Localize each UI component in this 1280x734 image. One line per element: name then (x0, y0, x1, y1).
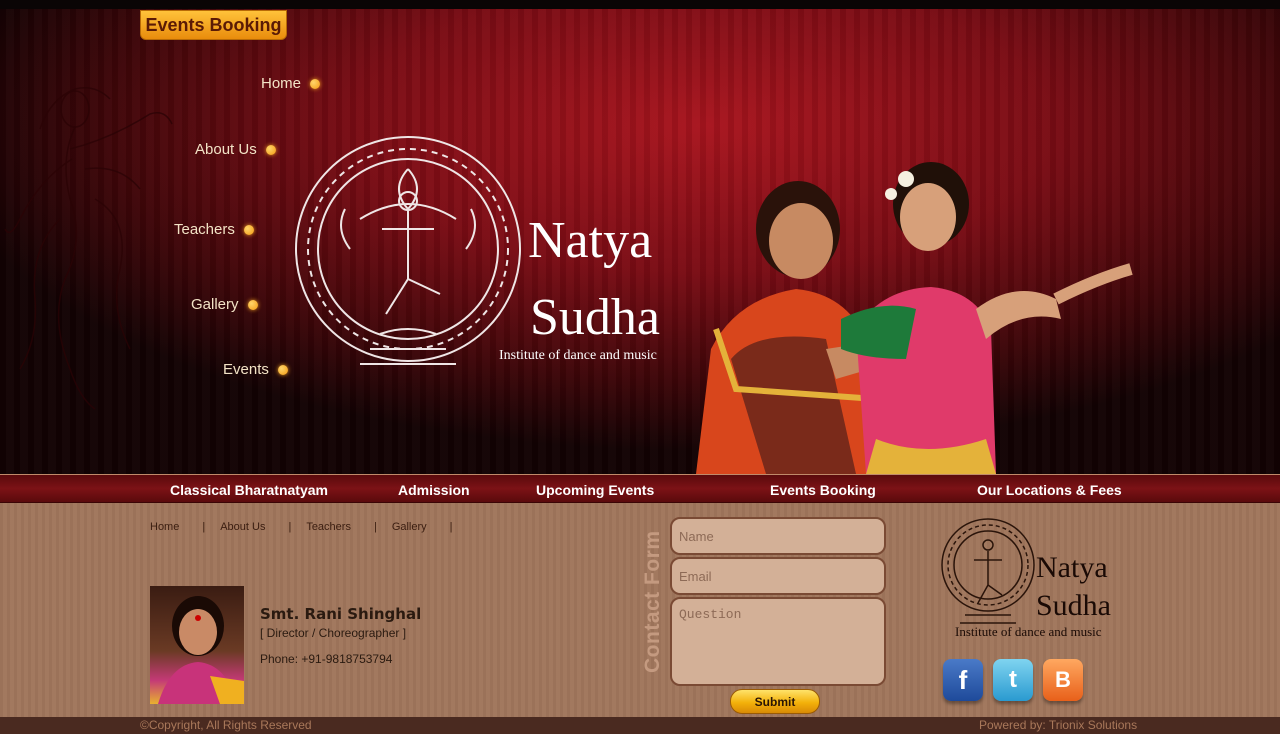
copyright-text: ©Copyright, All Rights Reserved (140, 718, 312, 732)
brand-name-line1: Natya (528, 212, 653, 269)
menu-events-booking[interactable]: Events Booking (770, 482, 876, 498)
hero-banner: Natya Sudha Institute of dance and music (0, 9, 1280, 474)
director-phone: Phone: +91-9818753794 (260, 652, 393, 666)
link-separator: | (373, 521, 377, 533)
director-role: [ Director / Choreographer ] (260, 626, 407, 640)
director-photo (150, 586, 244, 704)
events-booking-tab[interactable]: Events Booking (140, 10, 287, 40)
link-separator: | (288, 521, 292, 533)
nav-bullet-icon (310, 78, 321, 89)
nataraja-emblem-large (295, 136, 521, 365)
nav-label: Gallery (191, 296, 239, 313)
link-separator: | (202, 521, 206, 533)
nav-label: Home (261, 75, 302, 92)
side-brand-line1: Natya (1036, 551, 1108, 584)
main-menu-bar: Classical Bharatnatyam Admission Upcomin… (0, 474, 1280, 503)
nav-bullet-icon (243, 224, 254, 235)
nav-bullet-icon (247, 299, 258, 310)
name-field[interactable] (670, 517, 886, 555)
top-strip (0, 0, 1280, 9)
side-brand-line2: Sudha (1036, 589, 1111, 622)
nav-label: Events (223, 361, 269, 378)
menu-locations-fees[interactable]: Our Locations & Fees (977, 482, 1122, 498)
dancer-sketch-illustration (4, 87, 173, 410)
nav-bullet-icon (265, 144, 276, 155)
powered-by-link[interactable]: Powered by: Trionix Solutions (979, 718, 1137, 732)
footer-content-area: Home | About Us | Teachers | Gallery | S… (0, 503, 1280, 717)
nav-item-home[interactable]: Home (261, 75, 321, 92)
submit-button[interactable]: Submit (730, 689, 820, 714)
nav-bullet-icon (277, 364, 288, 375)
nav-label: Teachers (174, 221, 235, 238)
contact-form-title: Contact Form (641, 530, 664, 674)
menu-classical-bharatnatyam[interactable]: Classical Bharatnatyam (170, 482, 328, 498)
dancers-photo (696, 162, 1133, 474)
nav-item-events[interactable]: Events (223, 361, 288, 378)
question-field[interactable] (670, 597, 886, 686)
facebook-icon[interactable]: f (943, 659, 983, 701)
nav-item-about-us[interactable]: About Us (195, 141, 276, 158)
email-field[interactable] (670, 557, 886, 595)
footer-link-about-us[interactable]: About Us (220, 521, 265, 533)
footer-link-home[interactable]: Home (150, 521, 179, 533)
footer-links: Home | About Us | Teachers | Gallery | (150, 521, 468, 533)
footer-bar: ©Copyright, All Rights Reserved Powered … (0, 717, 1280, 734)
side-brand-tagline: Institute of dance and music (955, 624, 1102, 639)
link-separator: | (449, 521, 453, 533)
director-name: Smt. Rani Shinghal (260, 605, 422, 623)
menu-admission[interactable]: Admission (398, 482, 470, 498)
nav-label: About Us (195, 141, 257, 158)
menu-upcoming-events[interactable]: Upcoming Events (536, 482, 654, 498)
brand-tagline: Institute of dance and music (499, 348, 657, 363)
footer-link-teachers[interactable]: Teachers (306, 521, 351, 533)
nataraja-emblem-small (941, 518, 1035, 624)
nav-item-gallery[interactable]: Gallery (191, 296, 258, 313)
blogger-icon[interactable]: B (1043, 659, 1083, 701)
footer-link-gallery[interactable]: Gallery (392, 521, 427, 533)
brand-name-line2: Sudha (530, 289, 660, 346)
twitter-icon[interactable]: t (993, 659, 1033, 701)
nav-item-teachers[interactable]: Teachers (174, 221, 254, 238)
